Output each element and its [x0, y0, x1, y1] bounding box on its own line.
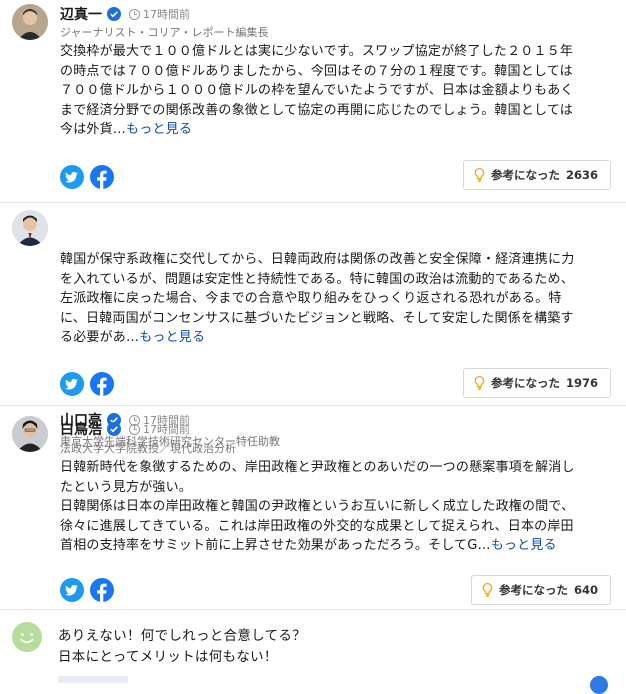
author-role: 法政大学大学院教授／現代政治分析 — [60, 442, 236, 455]
clock-icon — [129, 8, 140, 20]
comment-body: 日韓新時代を象徴するための、岸田政権と尹政権とのあいだの一つの懸案事項を解消し … — [60, 458, 616, 556]
comment-line: 首相の支持率をサミット前に上昇させた効果があっただろう。そしてG…もっと見る — [60, 536, 616, 556]
helpful-button[interactable]: 参考になった 640 — [471, 575, 611, 605]
comment-line: 韓国が保守系政権に交代してから、日韓両政府は関係の改善と安全保障・経済連携に力 — [60, 252, 575, 267]
helpful-label: 参考になった — [490, 376, 560, 390]
user-avatar-icon[interactable] — [12, 622, 42, 652]
expert-comment: 山口亮 17時間前 東京大学先端科学技術研究センター特任助教 韓国が保守系政権に… — [0, 203, 626, 448]
author-name[interactable]: 辺真一 — [60, 4, 102, 24]
share-buttons — [60, 372, 114, 396]
comment-line: 今は外貨…もっと見る — [60, 120, 616, 140]
lightbulb-icon — [474, 167, 485, 183]
truncated-text: る必要があ… — [60, 330, 140, 345]
verified-badge-icon — [107, 7, 121, 21]
facebook-icon[interactable] — [90, 165, 114, 189]
avatar[interactable] — [12, 210, 48, 246]
truncated-text: 首相の支持率をサミット前に上昇させた効果があっただろう。そしてG… — [60, 538, 491, 553]
share-buttons — [60, 165, 114, 189]
comment-line: たという見方が強い。 — [60, 479, 193, 495]
comment-line: に、日韓両国がコンセンサスに基づいたビジョンと戦略、そして安定した関係を構築す — [60, 310, 574, 326]
comment-header: 白鳥浩 17時間前 — [60, 420, 190, 438]
read-more-link[interactable]: もっと見る — [491, 538, 557, 553]
comment-line: 日韓関係は日本の岸田政権と韓国の尹政権というお互いに新しく成立した政権の間で、 — [60, 499, 575, 514]
expert-comment: 辺真一 17時間前 ジャーナリスト・コリア・レポート編集長 交換枠が最大で１００… — [0, 0, 626, 203]
helpful-count: 2636 — [565, 168, 598, 182]
comment-body: 韓国が保守系政権に交代してから、日韓両政府は関係の改善と安全保障・経済連携に力 … — [60, 250, 616, 348]
cut-off-icon[interactable] — [590, 676, 608, 694]
comment-line: 日本にとってメリットは何もない！ — [58, 649, 278, 665]
comment-line: の時点では７００億ドルありましたから、今回はその７分の１程度です。韓国としては — [60, 63, 573, 79]
lightbulb-icon — [482, 582, 493, 598]
comment-line: 徐々に進展してきている。これは岸田政権の外交的な成果として捉えられ、日本の岸田 — [60, 518, 574, 534]
comment-line: ７００億ドルから１０００億ドルの枠を望んでいたようですが、日本は金額よりもあく — [60, 83, 574, 98]
comment-line: 左派政権に戻った場合、今までの合意や取り組みをひっくり返される恐れがある。特 — [60, 291, 562, 306]
comment-line: ありえない！何でしれっと合意してる？ — [58, 628, 306, 644]
avatar[interactable] — [12, 4, 48, 40]
clock-icon — [129, 423, 140, 435]
facebook-icon[interactable] — [90, 372, 114, 396]
time-text: 17時間前 — [143, 8, 190, 21]
expert-comment: 白鳥浩 17時間前 法政大学大学院教授／現代政治分析 日韓新時代を象徴するための… — [0, 406, 626, 610]
read-more-link[interactable]: もっと見る — [139, 330, 205, 345]
truncated-text: 今は外貨… — [60, 122, 127, 137]
twitter-icon[interactable] — [60, 165, 84, 189]
helpful-label: 参考になった — [490, 168, 560, 182]
helpful-button[interactable]: 参考になった 1976 — [463, 368, 611, 398]
user-comment-body: ありえない！何でしれっと合意してる？ 日本にとってメリットは何もない！ — [58, 626, 306, 668]
helpful-label: 参考になった — [498, 583, 568, 597]
facebook-icon[interactable] — [90, 578, 114, 602]
comment-line: 交換枠が最大で１００億ドルとは実に少ないです。スワップ協定が終了した２０１５年 — [60, 44, 574, 59]
time-text: 17時間前 — [143, 423, 190, 436]
lightbulb-icon — [474, 375, 485, 391]
helpful-count: 1976 — [565, 376, 598, 390]
comment-line: まで経済分野での関係改善の象徴として協定の再開に応じたのでしょう。韓国としては — [60, 102, 573, 118]
timestamp: 17時間前 — [129, 421, 190, 437]
comment-line: る必要があ…もっと見る — [60, 328, 616, 348]
timestamp: 17時間前 — [129, 6, 190, 22]
cut-off-meta — [58, 676, 128, 683]
twitter-icon[interactable] — [60, 578, 84, 602]
comment-line: を入れているが、問題は安定性と持続性である。特に韓国の政治は流動的であるため、 — [60, 271, 574, 287]
verified-badge-icon — [107, 422, 121, 436]
helpful-button[interactable]: 参考になった 2636 — [463, 160, 611, 190]
twitter-icon[interactable] — [60, 372, 84, 396]
share-buttons — [60, 578, 114, 602]
comment-body: 交換枠が最大で１００億ドルとは実に少ないです。スワップ協定が終了した２０１５年 … — [60, 42, 616, 140]
avatar[interactable] — [12, 416, 48, 452]
author-role: ジャーナリスト・コリア・レポート編集長 — [60, 26, 269, 39]
read-more-link[interactable]: もっと見る — [126, 122, 192, 137]
comment-line: 日韓新時代を象徴するための、岸田政権と尹政権とのあいだの一つの懸案事項を解消し — [60, 460, 575, 475]
author-name[interactable]: 白鳥浩 — [60, 419, 102, 439]
helpful-count: 640 — [573, 583, 598, 597]
